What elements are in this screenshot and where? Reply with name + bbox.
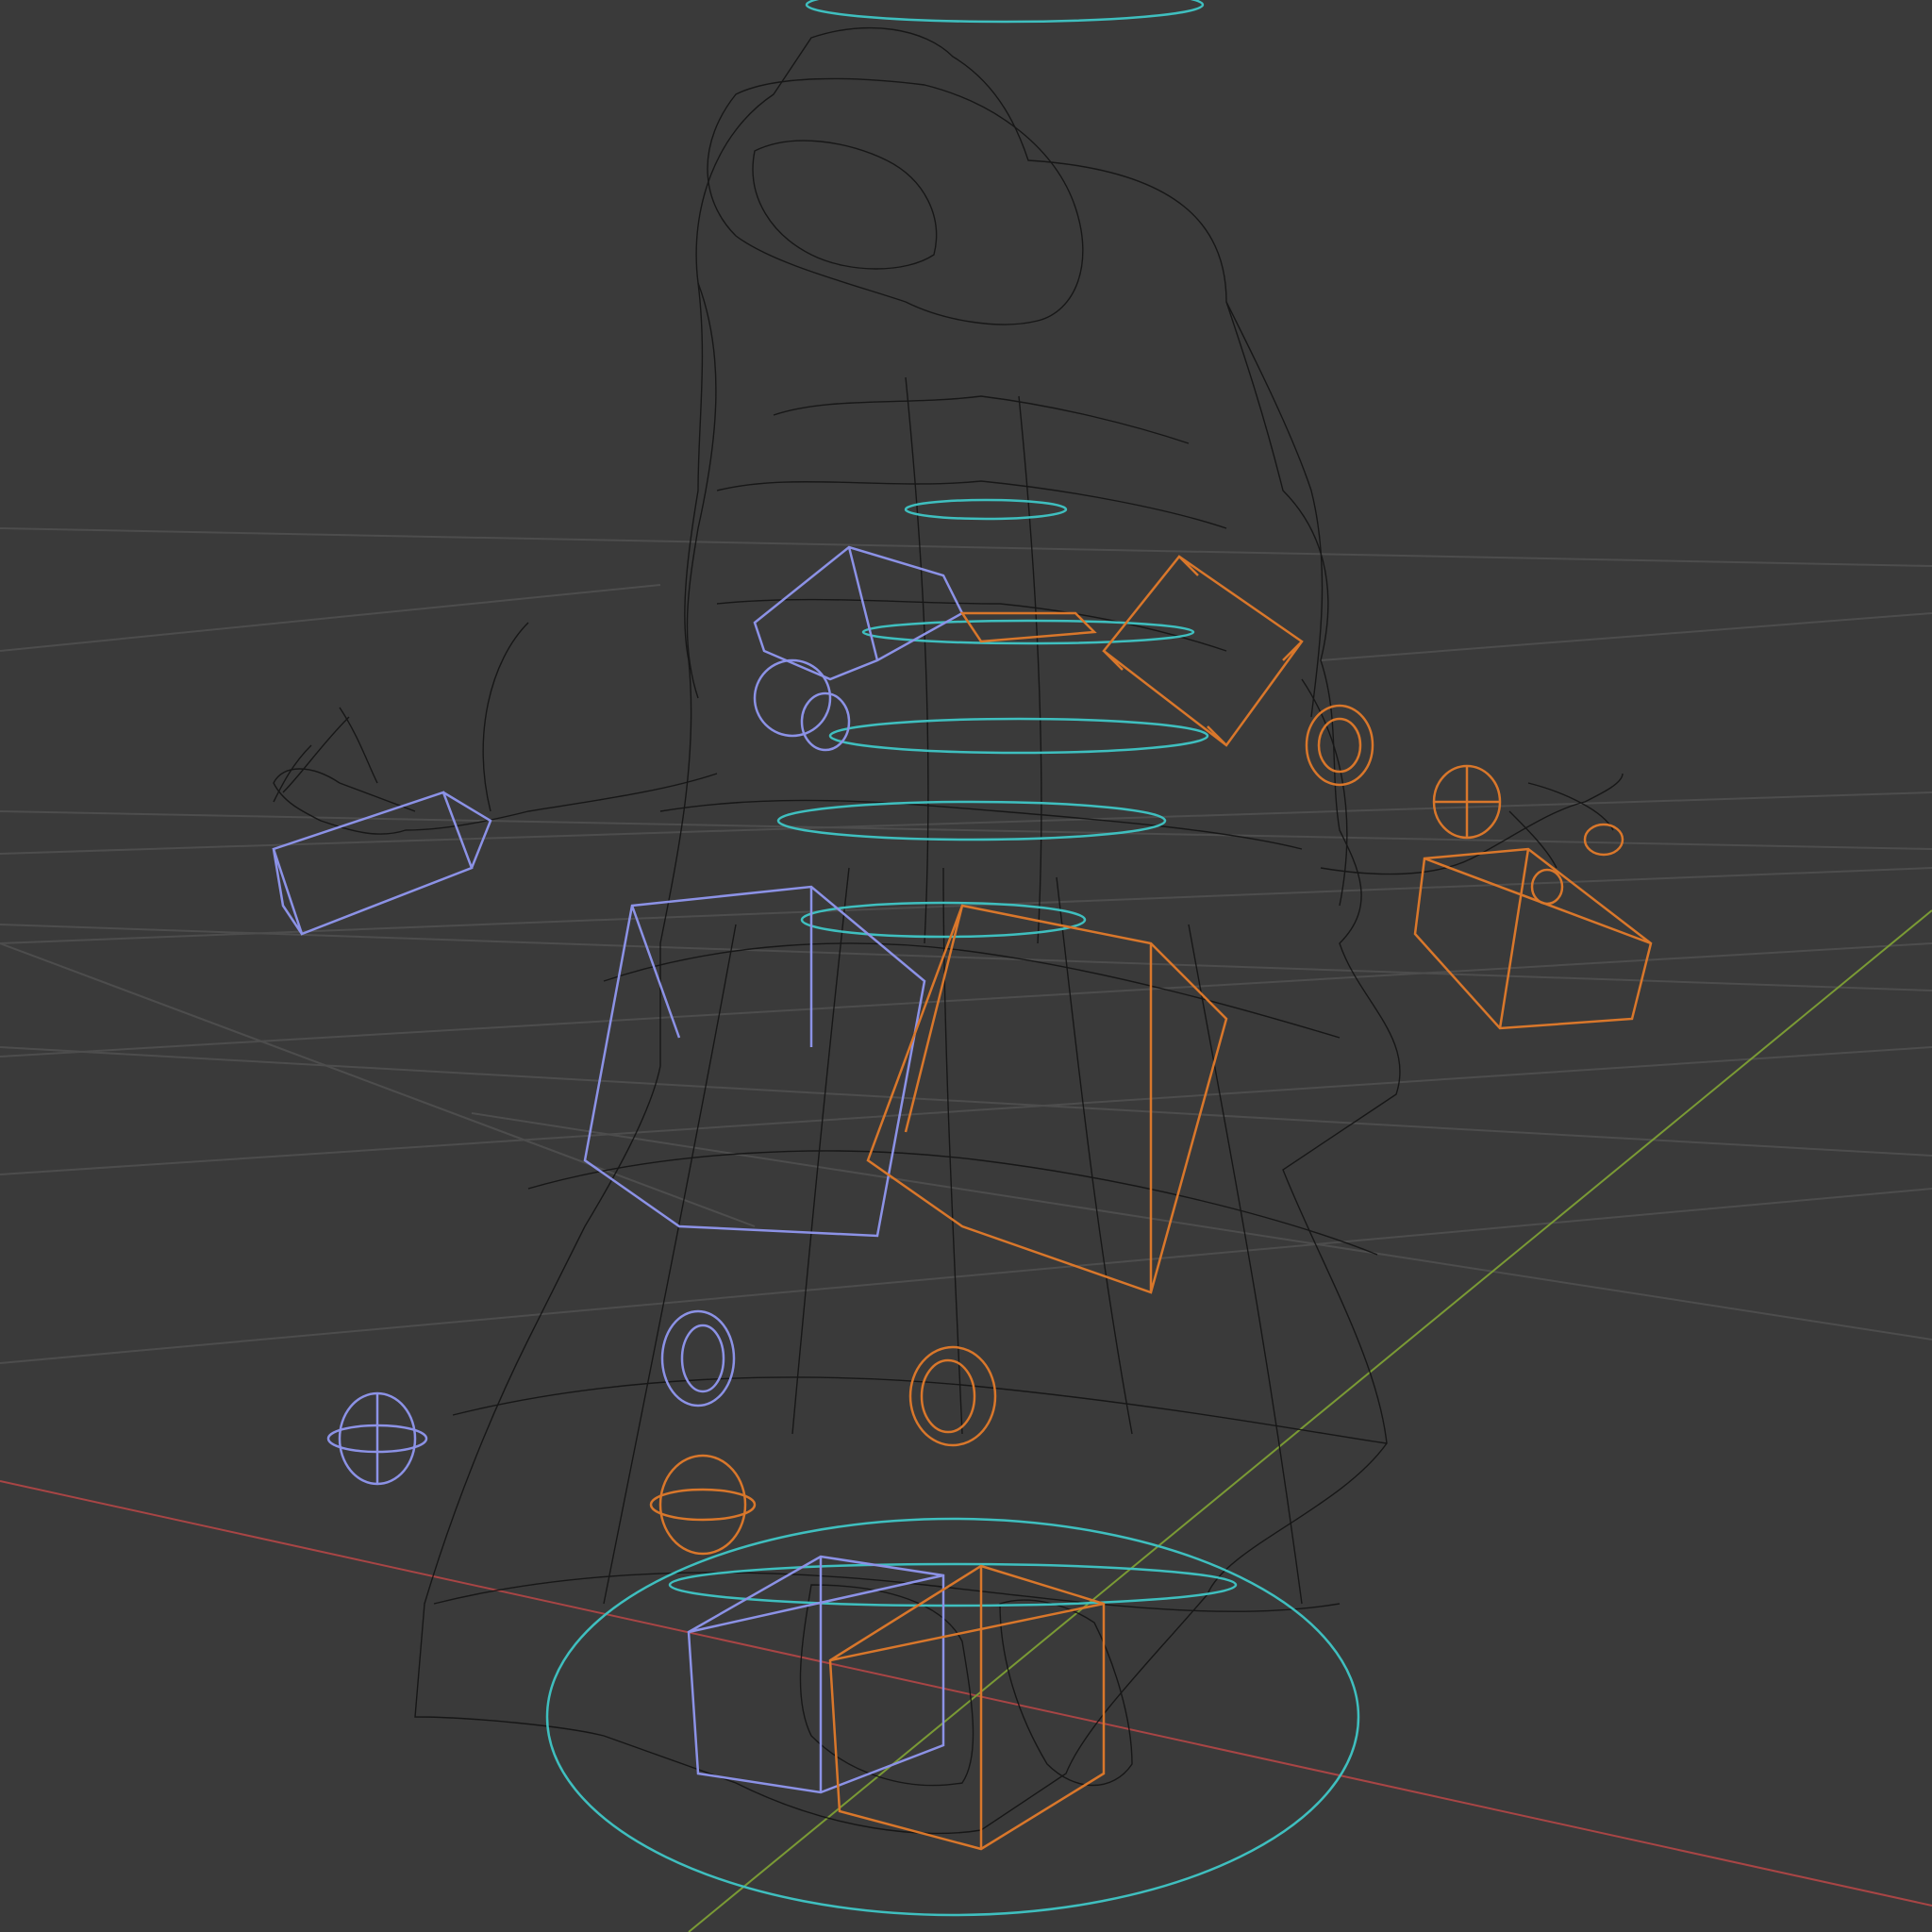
viewport-background (0, 0, 1932, 1932)
3d-viewport[interactable] (0, 0, 1932, 1932)
